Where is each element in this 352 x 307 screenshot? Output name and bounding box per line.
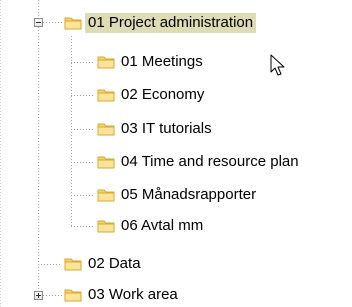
folder-icon: [64, 258, 82, 271]
tree-node-label: 04 Time and resource plan: [121, 153, 299, 170]
tree-node-label: 06 Avtal mm: [121, 217, 204, 234]
tree-node-project-administration[interactable]: 01 Project administration: [64, 10, 257, 36]
folder-icon: [97, 156, 115, 169]
expand-toggle[interactable]: [34, 291, 43, 300]
mouse-pointer-icon: [270, 54, 285, 76]
tree-node-manadsrapporter[interactable]: 05 Månadsrapporter: [97, 182, 259, 208]
folder-tree: 01 Project administration 01 Meetings 02…: [0, 0, 352, 307]
tree-node-label: 02 Data: [88, 255, 141, 272]
folder-icon: [97, 220, 115, 233]
folder-icon: [64, 289, 82, 302]
tree-node-label: 01 Project administration: [85, 13, 257, 33]
tree-node-label: 01 Meetings: [121, 53, 203, 70]
folder-icon: [97, 89, 115, 102]
tree-node-data[interactable]: 02 Data: [64, 251, 144, 277]
folder-icon: [97, 123, 115, 136]
tree-node-label: 03 Work area: [88, 286, 178, 303]
collapse-toggle[interactable]: [34, 18, 43, 27]
tree-node-avtal[interactable]: 06 Avtal mm: [97, 213, 206, 239]
folder-icon: [64, 17, 82, 30]
tree-node-economy[interactable]: 02 Economy: [97, 82, 207, 108]
tree-node-label: 05 Månadsrapporter: [121, 186, 257, 203]
tree-node-it-tutorials[interactable]: 03 IT tutorials: [97, 116, 215, 142]
tree-node-time-resource-plan[interactable]: 04 Time and resource plan: [97, 149, 302, 175]
tree-node-label: 02 Economy: [121, 86, 205, 103]
folder-icon: [97, 189, 115, 202]
tree-node-meetings[interactable]: 01 Meetings: [97, 49, 206, 75]
folder-icon: [97, 56, 115, 69]
tree-node-label: 03 IT tutorials: [121, 120, 212, 137]
tree-node-work-area[interactable]: 03 Work area: [64, 282, 181, 307]
